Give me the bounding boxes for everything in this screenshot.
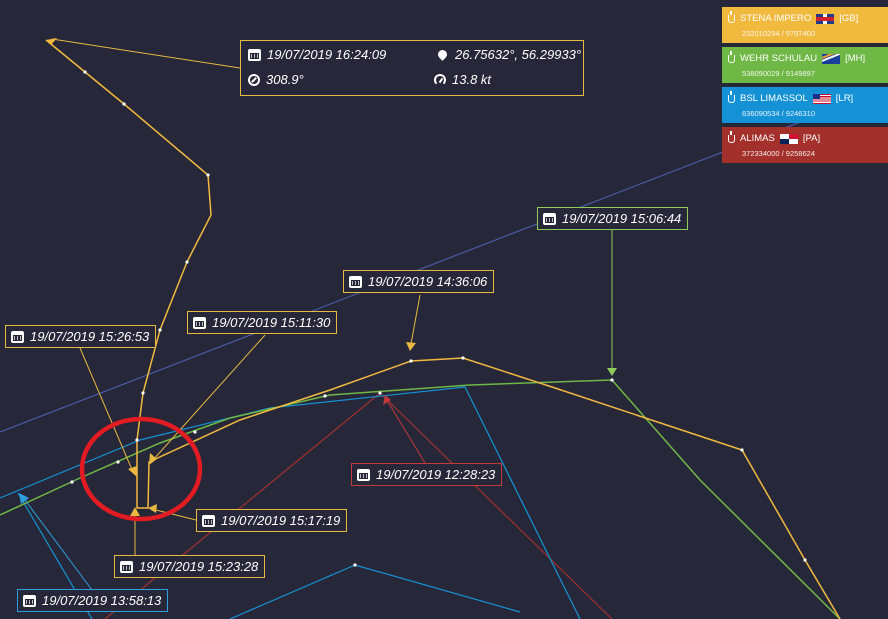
ship-icon xyxy=(728,50,735,63)
vessel-ids: 636090534 / 9246310 xyxy=(742,109,815,118)
ship-icon xyxy=(728,10,735,23)
leader-line-info-box xyxy=(51,38,241,69)
timestamp-label-143606[interactable]: 19/07/2019 14:36:06 xyxy=(343,270,495,293)
track-stena-impero xyxy=(45,39,841,619)
leader-line-122823 xyxy=(383,395,426,464)
leader-line-152653 xyxy=(79,347,137,477)
timestamp-label-152653[interactable]: 19/07/2019 15:26:53 xyxy=(5,325,157,348)
vessel-legend: STENA IMPERO [GB] 232010294 / 9797400 WE… xyxy=(722,7,888,167)
vessel-ids: 372334000 / 9258624 xyxy=(742,149,815,158)
ship-icon xyxy=(728,90,735,103)
lr-flag-icon xyxy=(812,93,831,104)
timestamp-text: 19/07/2019 15:23:28 xyxy=(139,559,259,574)
calendar-icon xyxy=(248,48,261,61)
info-datetime: 19/07/2019 16:24:09 xyxy=(248,47,386,62)
timestamp-label-150644[interactable]: 19/07/2019 15:06:44 xyxy=(537,207,689,230)
timestamp-text: 19/07/2019 15:26:53 xyxy=(30,329,150,344)
leader-line-150644 xyxy=(607,230,617,376)
info-position-text: 26.75632°, 56.29933° xyxy=(455,47,582,62)
timestamp-text: 19/07/2019 15:06:44 xyxy=(562,211,682,226)
leader-line-143606 xyxy=(406,294,421,351)
legend-item-stena-impero[interactable]: STENA IMPERO [GB] 232010294 / 9797400 xyxy=(722,7,888,43)
timestamp-label-152328[interactable]: 19/07/2019 15:23:28 xyxy=(114,555,266,578)
vessel-name: WEHR SCHULAU xyxy=(740,53,818,64)
vessel-flag-code: [PA] xyxy=(802,133,821,144)
vessel-info-box: 19/07/2019 16:24:09 26.75632°, 56.29933°… xyxy=(240,40,584,96)
vessel-flag-code: [MH] xyxy=(845,53,866,64)
timestamp-label-151719[interactable]: 19/07/2019 15:17:19 xyxy=(196,509,348,532)
leader-line-152328 xyxy=(130,507,140,555)
calendar-icon xyxy=(357,468,370,481)
compass-icon xyxy=(248,73,260,86)
calendar-icon xyxy=(349,275,362,288)
track-point-markers xyxy=(70,70,807,567)
info-speed-text: 13.8 kt xyxy=(452,72,492,87)
pa-flag-icon xyxy=(779,133,798,144)
calendar-icon xyxy=(202,514,215,527)
calendar-icon xyxy=(11,330,24,343)
info-course: 308.9° xyxy=(248,72,304,87)
vessel-name: BSL LIMASSOL xyxy=(740,93,808,104)
vessel-ids: 232010294 / 9797400 xyxy=(742,29,815,38)
legend-item-bsl-limassol[interactable]: BSL LIMASSOL [LR] 636090534 / 9246310 xyxy=(722,87,888,123)
timestamp-label-122823[interactable]: 19/07/2019 12:28:23 xyxy=(351,463,503,486)
vessel-name: ALIMAS xyxy=(740,133,775,144)
timestamp-label-135813[interactable]: 19/07/2019 13:58:13 xyxy=(17,589,169,612)
timestamp-text: 19/07/2019 12:28:23 xyxy=(376,467,496,482)
leader-line-135813 xyxy=(19,493,93,591)
gb-flag-icon xyxy=(816,13,835,24)
vessel-name: STENA IMPERO xyxy=(740,13,812,24)
legend-item-wehr-schulau[interactable]: WEHR SCHULAU [MH] 538090029 / 9149897 xyxy=(722,47,888,83)
calendar-icon xyxy=(193,316,206,329)
info-position: 26.75632°, 56.29933° xyxy=(436,47,581,62)
info-speed: 13.8 kt xyxy=(434,72,491,87)
timestamp-text: 19/07/2019 14:36:06 xyxy=(368,274,488,289)
info-course-text: 308.9° xyxy=(266,72,304,87)
calendar-icon xyxy=(23,594,36,607)
vessel-ids: 538090029 / 9149897 xyxy=(742,69,815,78)
timestamp-label-151130[interactable]: 19/07/2019 15:11:30 xyxy=(187,311,338,334)
timestamp-text: 19/07/2019 13:58:13 xyxy=(42,593,162,608)
location-pin-icon xyxy=(436,48,449,61)
vessel-flag-code: [GB] xyxy=(839,13,859,24)
speedometer-icon xyxy=(434,73,446,86)
leader-line-151130 xyxy=(149,334,266,465)
legend-item-alimas[interactable]: ALIMAS [PA] 372334000 / 9258624 xyxy=(722,127,888,163)
timestamp-text: 19/07/2019 15:11:30 xyxy=(212,315,331,330)
ship-icon xyxy=(728,130,735,143)
vessel-flag-code: [LR] xyxy=(835,93,854,104)
info-datetime-text: 19/07/2019 16:24:09 xyxy=(267,47,387,62)
mh-flag-icon xyxy=(822,53,841,64)
calendar-icon xyxy=(543,212,556,225)
track-bsl-limassol-south xyxy=(229,564,521,619)
calendar-icon xyxy=(120,560,133,573)
timestamp-text: 19/07/2019 15:17:19 xyxy=(221,513,341,528)
